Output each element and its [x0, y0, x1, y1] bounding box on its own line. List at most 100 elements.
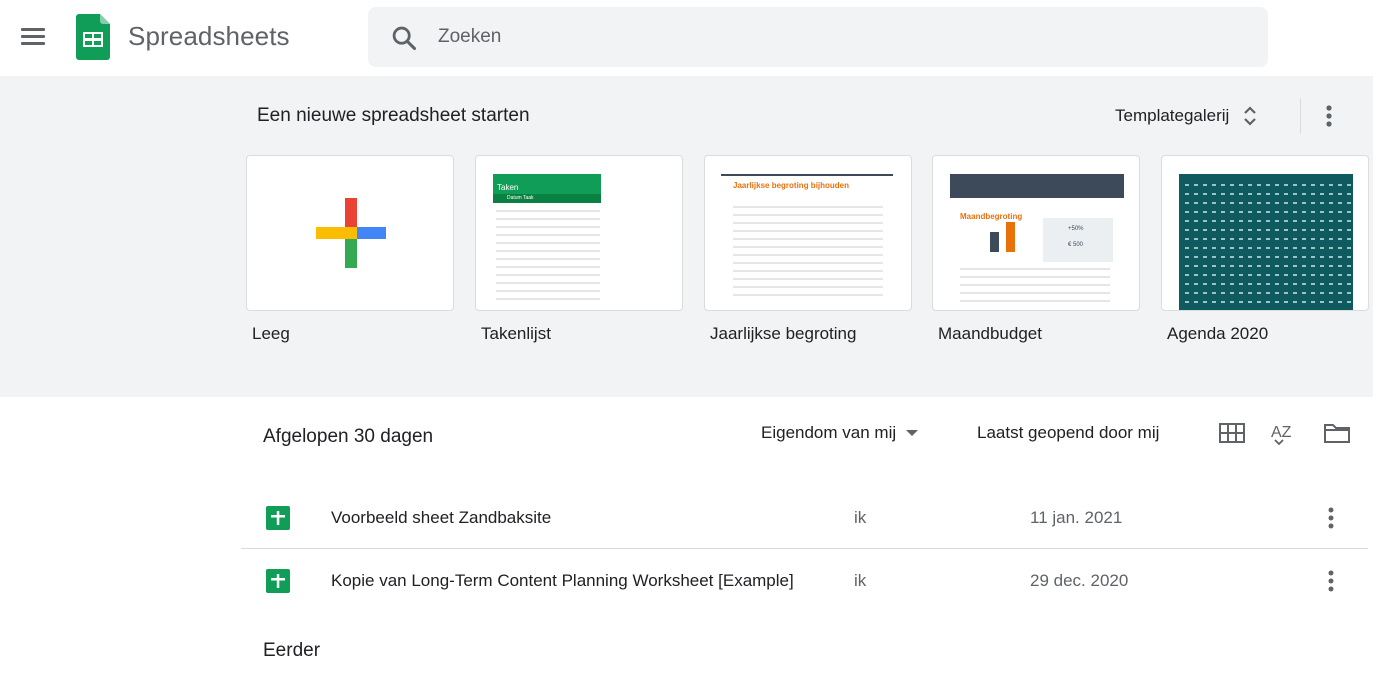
calendar-day-dot — [1239, 283, 1243, 285]
calendar-day-dot — [1221, 211, 1225, 213]
template-card-annual-budget[interactable]: Jaarlijkse begroting bijhouden — [704, 155, 912, 311]
calendar-day-dot — [1203, 202, 1207, 204]
calendar-day-dot — [1203, 301, 1207, 303]
file-name: Kopie van Long-Term Content Planning Wor… — [331, 571, 794, 590]
calendar-preview — [1179, 174, 1353, 310]
calendar-day-dot — [1347, 283, 1351, 285]
template-gallery-section: Een nieuwe spreadsheet starten Templateg… — [0, 76, 1373, 397]
calendar-day-dot — [1347, 274, 1351, 276]
calendar-day-dot — [1266, 202, 1270, 204]
template-gallery-toggle[interactable]: Templategalerij — [1105, 94, 1267, 138]
plus-icon — [316, 198, 386, 268]
calendar-day-dot — [1194, 265, 1198, 267]
folder-icon[interactable] — [1322, 419, 1352, 447]
calendar-day-dot — [1338, 238, 1342, 240]
calendar-day-dot — [1311, 247, 1315, 249]
calendar-day-dot — [1284, 274, 1288, 276]
file-row[interactable]: Kopie van Long-Term Content Planning Wor… — [241, 550, 1368, 612]
calendar-day-dot — [1185, 202, 1189, 204]
calendar-day-dot — [1185, 220, 1189, 222]
calendar-day-dot — [1239, 193, 1243, 195]
preview-line — [733, 278, 883, 280]
calendar-day-dot — [1221, 292, 1225, 294]
more-options-icon[interactable] — [1313, 100, 1345, 132]
preview-line — [496, 210, 600, 212]
app-title[interactable]: Spreadsheets — [128, 21, 290, 52]
calendar-day-dot — [1347, 265, 1351, 267]
file-row[interactable]: Voorbeeld sheet Zandbaksite ik 11 jan. 2… — [241, 487, 1368, 549]
calendar-day-dot — [1248, 292, 1252, 294]
template-card-monthly-budget[interactable]: Maandbegroting +50% € 500 — [932, 155, 1140, 311]
search-bar[interactable] — [368, 7, 1268, 67]
sort-order-button[interactable]: Laatst geopend door mij — [977, 423, 1159, 443]
template-card-blank[interactable] — [246, 155, 454, 311]
calendar-day-dot — [1221, 256, 1225, 258]
preview-line — [496, 218, 600, 220]
calendar-day-dot — [1320, 247, 1324, 249]
template-card-calendar[interactable] — [1161, 155, 1369, 311]
grid-view-icon[interactable] — [1217, 419, 1247, 447]
preview-line — [733, 246, 883, 248]
calendar-day-dot — [1293, 256, 1297, 258]
todo-col-date: Datum — [507, 195, 522, 201]
template-label-annual-budget[interactable]: Jaarlijkse begroting — [710, 324, 856, 344]
template-label-blank[interactable]: Leeg — [252, 324, 290, 344]
calendar-day-dot — [1257, 184, 1261, 186]
preview-line — [733, 294, 883, 296]
calendar-day-dot — [1221, 202, 1225, 204]
calendar-day-dot — [1329, 220, 1333, 222]
template-card-todo[interactable]: Taken Datum Taak — [475, 155, 683, 311]
calendar-day-dot — [1266, 265, 1270, 267]
calendar-day-dot — [1212, 256, 1216, 258]
sort-az-icon[interactable]: AZ — [1269, 419, 1299, 447]
calendar-day-dot — [1347, 193, 1351, 195]
calendar-day-dot — [1257, 256, 1261, 258]
calendar-day-dot — [1329, 184, 1333, 186]
file-date: 11 jan. 2021 — [1030, 508, 1123, 527]
main-menu-icon[interactable] — [16, 22, 50, 52]
template-label-todo[interactable]: Takenlijst — [481, 324, 551, 344]
calendar-day-dot — [1257, 301, 1261, 303]
more-options-icon[interactable] — [1317, 503, 1345, 533]
search-input[interactable] — [438, 7, 1238, 67]
calendar-day-dot — [1248, 265, 1252, 267]
monthly-amount-value: € 500 — [1068, 242, 1084, 248]
calendar-day-dot — [1311, 211, 1315, 213]
preview-line — [960, 276, 1110, 278]
template-gallery-label: Templategalerij — [1115, 106, 1230, 125]
template-label-monthly-budget[interactable]: Maandbudget — [938, 324, 1042, 344]
calendar-day-dot — [1185, 229, 1189, 231]
search-icon[interactable] — [390, 24, 418, 52]
calendar-day-dot — [1185, 265, 1189, 267]
calendar-day-dot — [1320, 283, 1324, 285]
calendar-day-dot — [1320, 229, 1324, 231]
sheets-logo[interactable] — [76, 14, 110, 60]
calendar-day-dot — [1293, 292, 1297, 294]
preview-line — [496, 266, 600, 268]
calendar-day-dot — [1212, 247, 1216, 249]
calendar-day-dot — [1320, 238, 1324, 240]
calendar-day-dot — [1338, 184, 1342, 186]
owner-filter-dropdown[interactable]: Eigendom van mij — [761, 423, 919, 443]
calendar-day-dot — [1194, 283, 1198, 285]
preview-line — [960, 300, 1110, 302]
preview-line — [733, 286, 883, 288]
owner-filter-label: Eigendom van mij — [761, 423, 897, 442]
more-options-icon[interactable] — [1317, 566, 1345, 596]
file-owner: ik — [854, 508, 867, 527]
calendar-day-dot — [1239, 238, 1243, 240]
calendar-day-dot — [1212, 184, 1216, 186]
calendar-day-dot — [1257, 274, 1261, 276]
todo-col-task: Taak — [523, 195, 534, 201]
calendar-day-dot — [1194, 202, 1198, 204]
calendar-day-dot — [1347, 256, 1351, 258]
calendar-day-dot — [1203, 220, 1207, 222]
template-label-calendar[interactable]: Agenda 2020 — [1167, 324, 1268, 344]
calendar-day-dot — [1257, 193, 1261, 195]
dropdown-arrow-icon — [906, 430, 919, 436]
calendar-day-dot — [1194, 301, 1198, 303]
calendar-day-dot — [1311, 292, 1315, 294]
calendar-day-dot — [1221, 220, 1225, 222]
calendar-day-dot — [1329, 274, 1333, 276]
calendar-day-dot — [1284, 193, 1288, 195]
